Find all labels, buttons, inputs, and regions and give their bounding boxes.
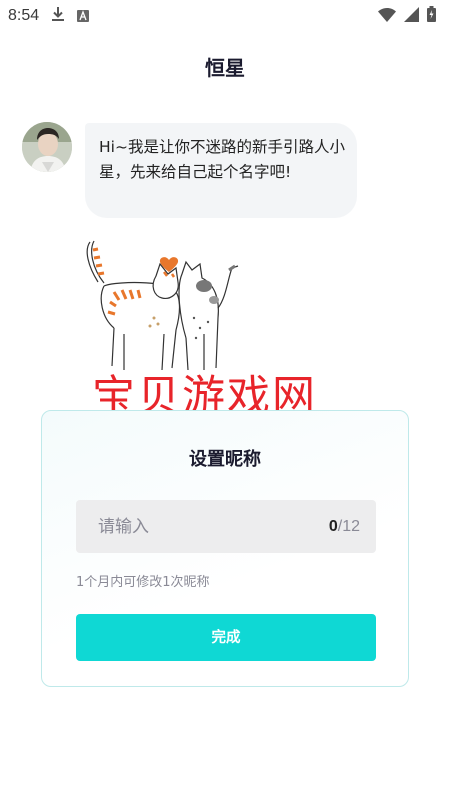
done-button[interactable]: 完成: [76, 614, 376, 661]
modify-hint: 1个月内可修改1次昵称: [76, 575, 210, 590]
card-title: 设置昵称: [189, 449, 261, 470]
download-icon: [51, 6, 65, 26]
status-time: 8:54: [8, 7, 40, 24]
guide-message-bubble: Hi~我是让你不迷路的新手引路人小星，先来给自己起个名字吧!: [85, 123, 357, 218]
avatar: [22, 122, 72, 172]
signal-icon: [404, 6, 419, 26]
wifi-icon: [378, 7, 396, 26]
nickname-input-container[interactable]: 0/12: [76, 500, 376, 553]
status-bar: 8:54: [0, 0, 450, 32]
char-count-current: 0: [328, 518, 338, 535]
battery-icon: [427, 6, 436, 26]
font-a-icon: [77, 7, 90, 26]
page-title: 恒星: [205, 56, 245, 80]
char-counter: 0/12: [329, 500, 360, 553]
nickname-input[interactable]: [76, 500, 328, 553]
char-count-max: /12: [337, 518, 360, 535]
nickname-card: 设置昵称 0/12 1个月内可修改1次昵称 完成: [41, 410, 409, 687]
